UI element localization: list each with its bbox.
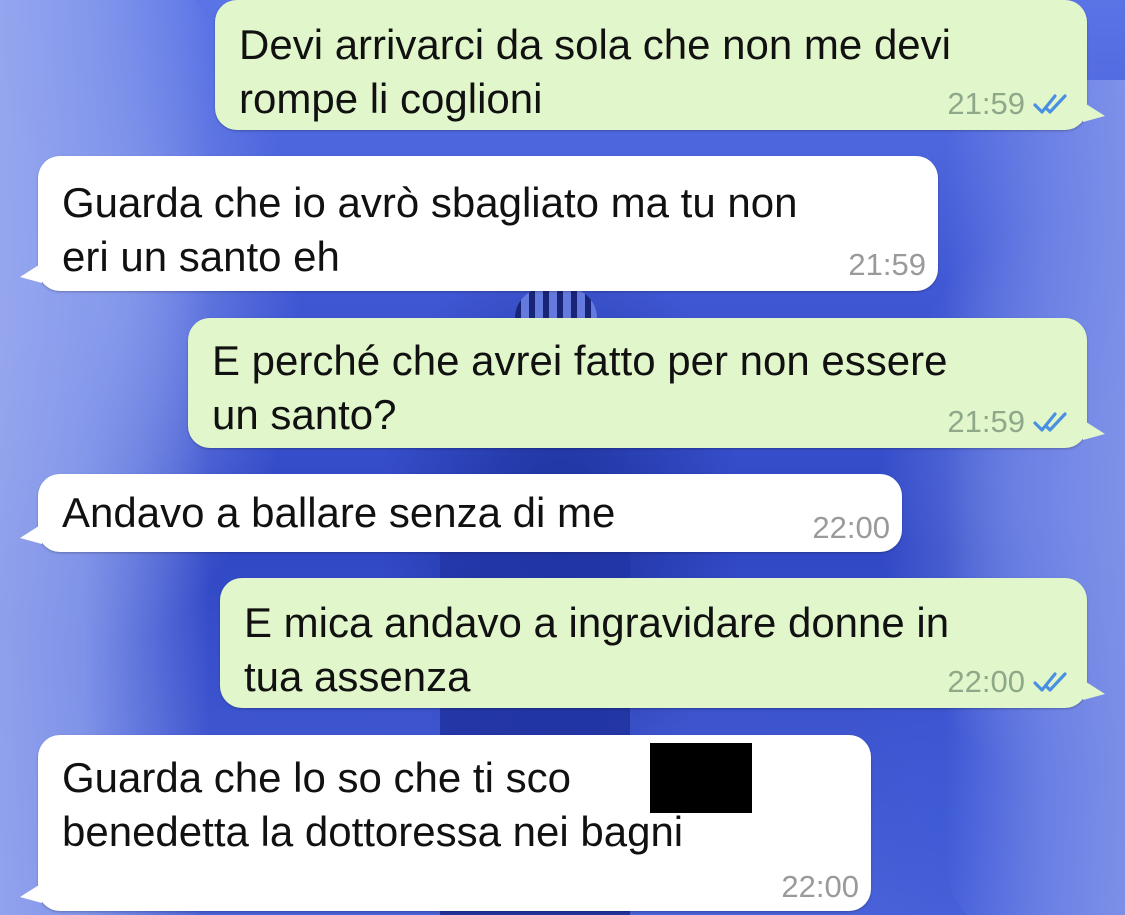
message-bubble-incoming[interactable]: Andavo a ballare senza di me 22:00 xyxy=(20,474,902,552)
message-meta: 21:59 xyxy=(947,84,1075,124)
wallpaper-wall-right xyxy=(945,80,1125,915)
message-bubble-incoming[interactable]: Guarda che lo so che ti sco benedetta la… xyxy=(20,735,871,911)
bubble-tail xyxy=(20,883,42,903)
wallpaper-window-grill xyxy=(515,288,597,318)
message-text: E mica andavo a ingravidare donne in tua… xyxy=(244,599,950,700)
message-text: Guarda che io avrò sbagliato ma tu non e… xyxy=(62,179,798,280)
message-time: 22:00 xyxy=(812,510,890,545)
bubble-tail xyxy=(1083,420,1105,440)
message-bubble-outgoing[interactable]: E mica andavo a ingravidare donne in tua… xyxy=(220,578,1105,708)
message-meta: 22:00 xyxy=(947,662,1075,702)
double-check-icon xyxy=(1033,94,1067,114)
message-text: E perché che avrei fatto per non essere … xyxy=(212,337,948,438)
message-meta: 22:00 xyxy=(812,508,890,548)
redaction-box xyxy=(650,743,752,813)
message-bubble-outgoing[interactable]: Devi arrivarci da sola che non me devi r… xyxy=(215,0,1105,130)
message-time: 21:59 xyxy=(848,247,926,282)
bubble-tail xyxy=(1083,680,1105,700)
message-meta: 21:59 xyxy=(947,402,1075,442)
double-check-icon xyxy=(1033,412,1067,432)
message-time: 21:59 xyxy=(947,86,1025,121)
message-bubble-outgoing[interactable]: E perché che avrei fatto per non essere … xyxy=(188,318,1105,448)
bubble-tail xyxy=(1083,102,1105,122)
message-text: Devi arrivarci da sola che non me devi r… xyxy=(239,21,951,122)
message-meta: 22:00 xyxy=(781,867,859,907)
message-text: Andavo a ballare senza di me xyxy=(62,489,616,536)
bubble-tail xyxy=(20,524,42,544)
message-bubble-incoming[interactable]: Guarda che io avrò sbagliato ma tu non e… xyxy=(20,156,938,291)
message-time: 22:00 xyxy=(781,869,859,904)
message-text: Guarda che lo so che ti sco benedetta la… xyxy=(62,754,684,855)
message-time: 22:00 xyxy=(947,664,1025,699)
message-time: 21:59 xyxy=(947,404,1025,439)
bubble-tail xyxy=(20,263,42,283)
message-meta: 21:59 xyxy=(848,245,926,285)
double-check-icon xyxy=(1033,672,1067,692)
